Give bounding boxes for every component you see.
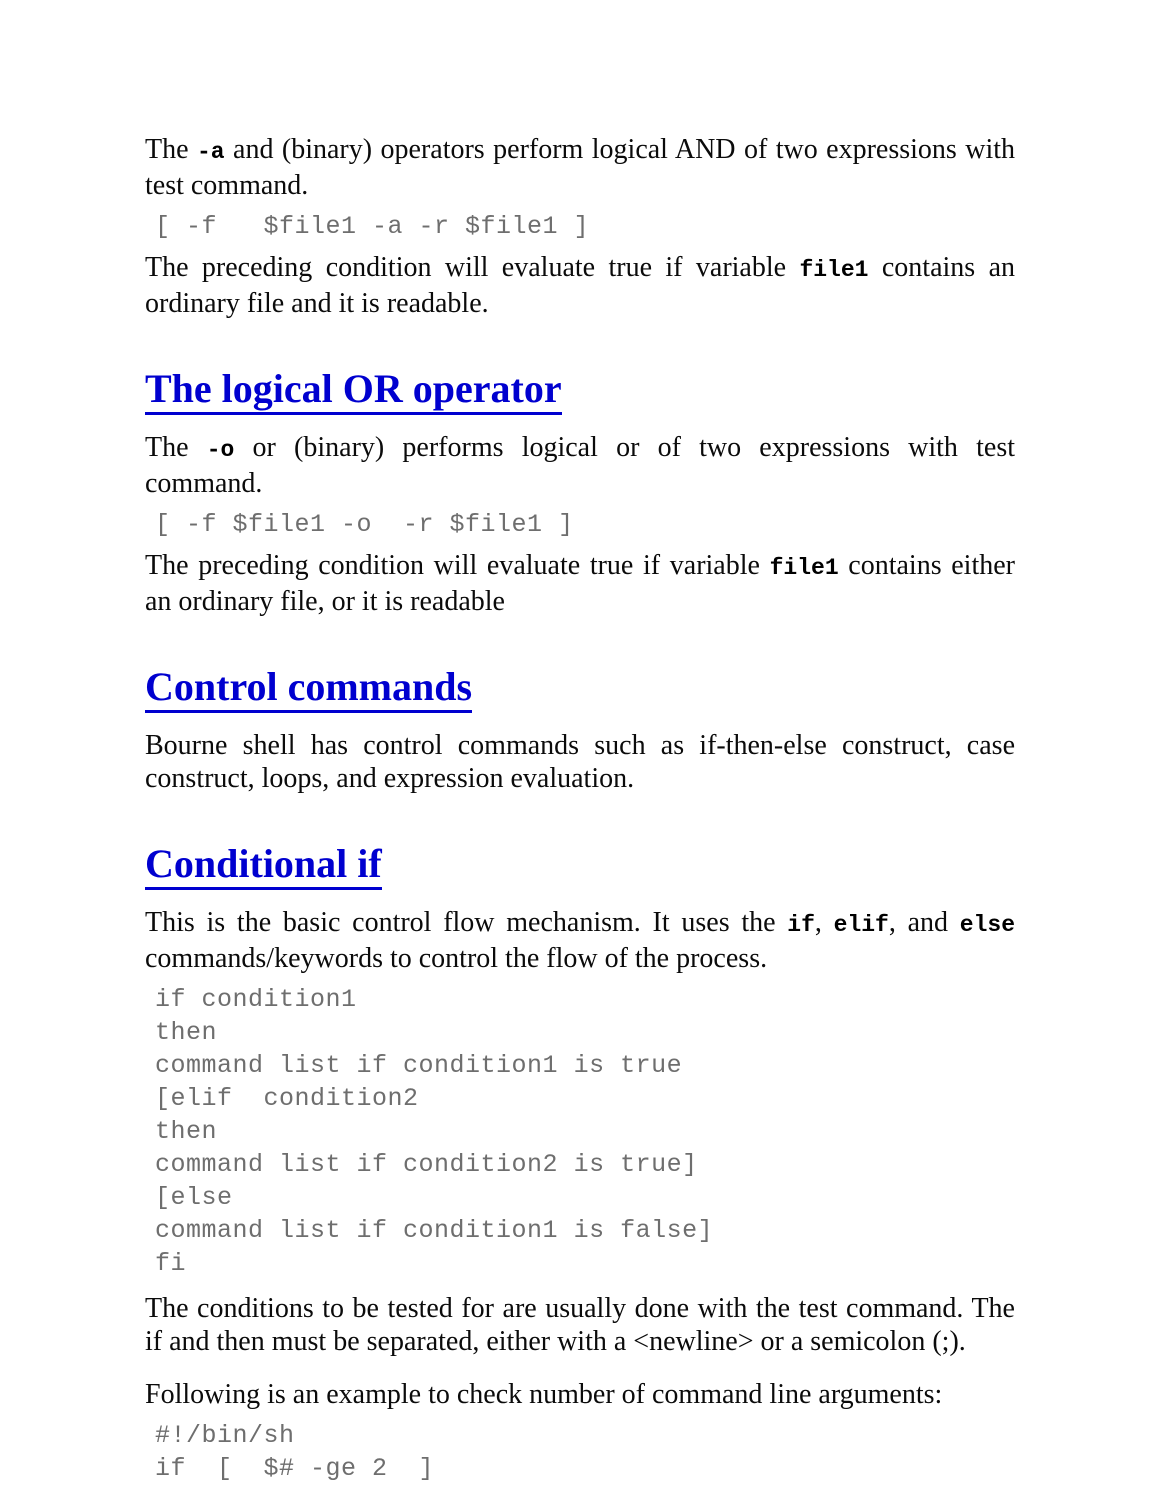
or-operator-text-lead: The (145, 432, 207, 463)
conditional-if-paragraph: This is the basic control flow mechanism… (145, 906, 1015, 975)
keyword-if-token: if (787, 912, 815, 938)
and-operator-variable-token: file1 (799, 257, 869, 283)
conditional-if-example-intro: Following is an example to check number … (145, 1379, 943, 1410)
conditional-if-code-block: if condition1 then command list if condi… (155, 985, 714, 1278)
conditional-if-sep-2: , and (888, 907, 960, 938)
and-operator-explanation-lead: The preceding condition will evaluate tr… (145, 252, 800, 283)
or-operator-paragraph: The -o or (binary) performs logical or o… (145, 431, 1015, 500)
or-operator-explanation: The preceding condition will evaluate tr… (145, 549, 1015, 618)
or-operator-flag-token: -o (206, 437, 235, 463)
or-operator-heading-wrap: The logical OR operator (145, 366, 1015, 415)
keyword-else-token: else (959, 912, 1015, 938)
heading-control-commands[interactable]: Control commands (145, 664, 473, 713)
control-commands-heading-wrap: Control commands (145, 664, 1015, 713)
or-operator-variable-token: file1 (769, 555, 839, 581)
or-operator-explanation-lead: The preceding condition will evaluate tr… (145, 550, 770, 581)
heading-conditional-if[interactable]: Conditional if (145, 841, 382, 890)
or-operator-text-tail: or (binary) performs logical or of two e… (145, 432, 1016, 499)
document-content: The -a and (binary) operators perform lo… (145, 133, 1015, 1485)
document-page: The -a and (binary) operators perform lo… (0, 0, 1159, 1500)
keyword-elif-token: elif (833, 912, 889, 938)
and-operator-code-sample: [ -f $file1 -a -r $file1 ] (155, 212, 590, 241)
conditional-if-sep-1: , (814, 907, 834, 938)
conditional-if-heading-wrap: Conditional if (145, 841, 1015, 890)
and-operator-text-lead: The (145, 134, 197, 165)
or-operator-code-sample: [ -f $file1 -o -r $file1 ] (155, 510, 574, 539)
conditional-if-explanation: The conditions to be tested for are usua… (145, 1293, 1015, 1357)
and-operator-explanation: The preceding condition will evaluate tr… (145, 251, 1015, 320)
conditional-if-text-lead: This is the basic control flow mechanism… (145, 907, 788, 938)
and-operator-text-tail: and (binary) operators perform logical A… (145, 134, 1016, 201)
and-operator-flag-token: -a (196, 139, 225, 165)
heading-logical-or-operator[interactable]: The logical OR operator (145, 366, 562, 415)
conditional-if-text-tail: commands/keywords to control the flow of… (145, 943, 768, 974)
conditional-if-example-code: #!/bin/sh if [ $# -ge 2 ] (155, 1421, 435, 1483)
control-commands-paragraph: Bourne shell has control commands such a… (145, 730, 1015, 794)
and-operator-paragraph: The -a and (binary) operators perform lo… (145, 133, 1015, 202)
